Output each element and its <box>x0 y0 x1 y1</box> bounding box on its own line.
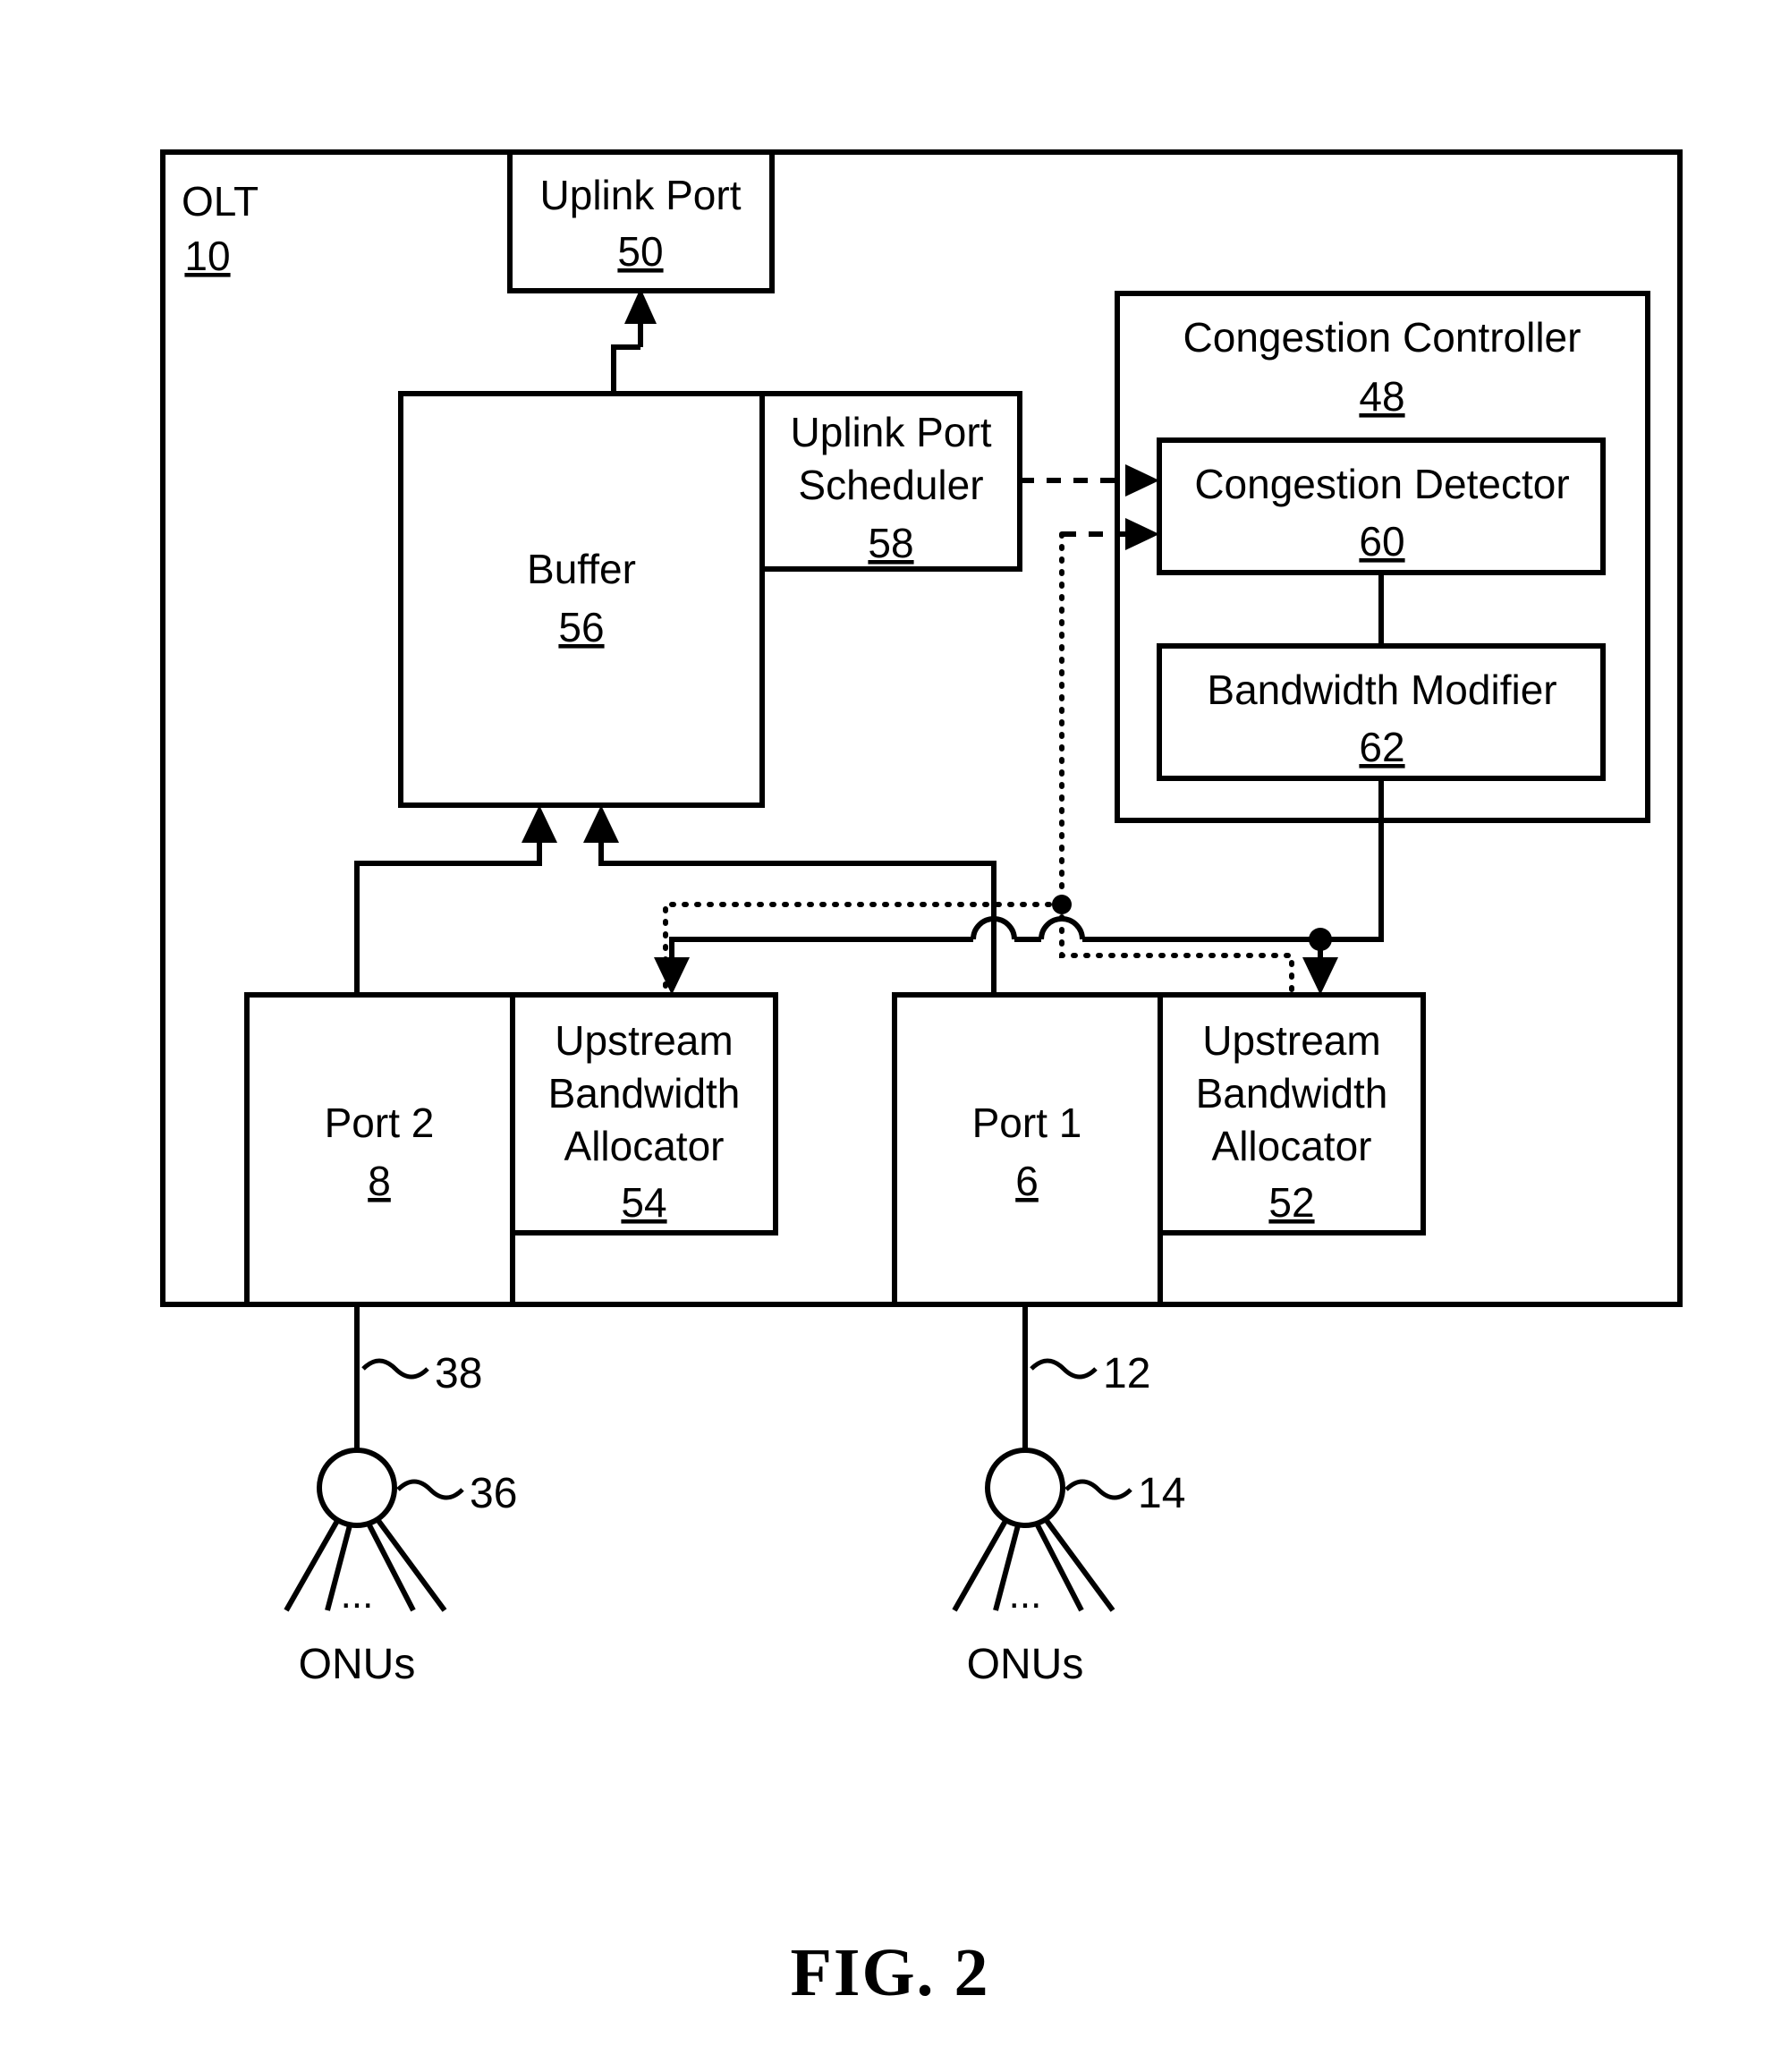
congestion-controller-ref: 48 <box>1359 373 1404 420</box>
buffer-ref: 56 <box>558 604 604 650</box>
diagram-canvas: OLT 10 Uplink Port 50 Congestion Control… <box>160 149 1683 2010</box>
bandwidth-modifier-ref: 62 <box>1359 724 1404 770</box>
congestion-detector-ref: 60 <box>1359 518 1404 565</box>
olt-label: OLT <box>182 178 259 225</box>
bandwidth-modifier-title: Bandwidth Modifier <box>1207 667 1556 713</box>
right-splitter-leader-squiggle <box>1064 1479 1132 1500</box>
right-onus-ellipsis: ... <box>1009 1573 1042 1617</box>
buffer-box[interactable] <box>398 391 765 808</box>
left-fiber-ref: 38 <box>435 1350 482 1397</box>
congestion-detector-title: Congestion Detector <box>1194 461 1569 507</box>
port1-title: Port 1 <box>972 1100 1082 1146</box>
uba52-ref: 52 <box>1268 1179 1314 1226</box>
right-splitter-ref: 14 <box>1138 1470 1185 1517</box>
port2-box[interactable] <box>244 992 515 1307</box>
port2-ref: 8 <box>368 1158 391 1204</box>
olt-ref: 10 <box>184 233 230 279</box>
uba54-line2: Bandwidth <box>548 1070 741 1117</box>
left-splitter-leader-squiggle <box>396 1479 464 1500</box>
patent-figure: OLT 10 Uplink Port 50 Congestion Control… <box>0 0 1781 2072</box>
uplink-port-ref: 50 <box>617 228 663 275</box>
right-fiber-leader-squiggle <box>1030 1358 1098 1380</box>
uba54-line1: Upstream <box>555 1017 733 1064</box>
uplink-port-title: Uplink Port <box>540 172 742 218</box>
uba54-ref: 54 <box>621 1179 666 1226</box>
right-fiber-ref: 12 <box>1103 1350 1150 1397</box>
left-splitter-node <box>317 1448 397 1528</box>
left-fiber-leader-squiggle <box>361 1358 429 1380</box>
uba54-line3: Allocator <box>564 1123 725 1169</box>
port2-title: Port 2 <box>325 1100 435 1146</box>
uba52-line3: Allocator <box>1212 1123 1372 1169</box>
left-onus-label: ONUs <box>299 1641 416 1688</box>
congestion-controller-title: Congestion Controller <box>1183 314 1582 361</box>
figure-caption: FIG. 2 <box>790 1935 989 2010</box>
uplink-port-scheduler-ref: 58 <box>868 520 913 566</box>
uplink-port-scheduler-line1: Uplink Port <box>791 409 992 455</box>
port1-box[interactable] <box>892 992 1163 1307</box>
port1-ref: 6 <box>1015 1158 1039 1204</box>
right-splitter-node <box>985 1448 1065 1528</box>
uba52-line2: Bandwidth <box>1196 1070 1388 1117</box>
left-splitter-ref: 36 <box>470 1470 517 1517</box>
right-onus-label: ONUs <box>967 1641 1084 1688</box>
uba52-line1: Upstream <box>1202 1017 1380 1064</box>
uplink-port-scheduler-line2: Scheduler <box>798 462 983 508</box>
buffer-title: Buffer <box>527 546 636 592</box>
left-onus-ellipsis: ... <box>341 1573 374 1617</box>
